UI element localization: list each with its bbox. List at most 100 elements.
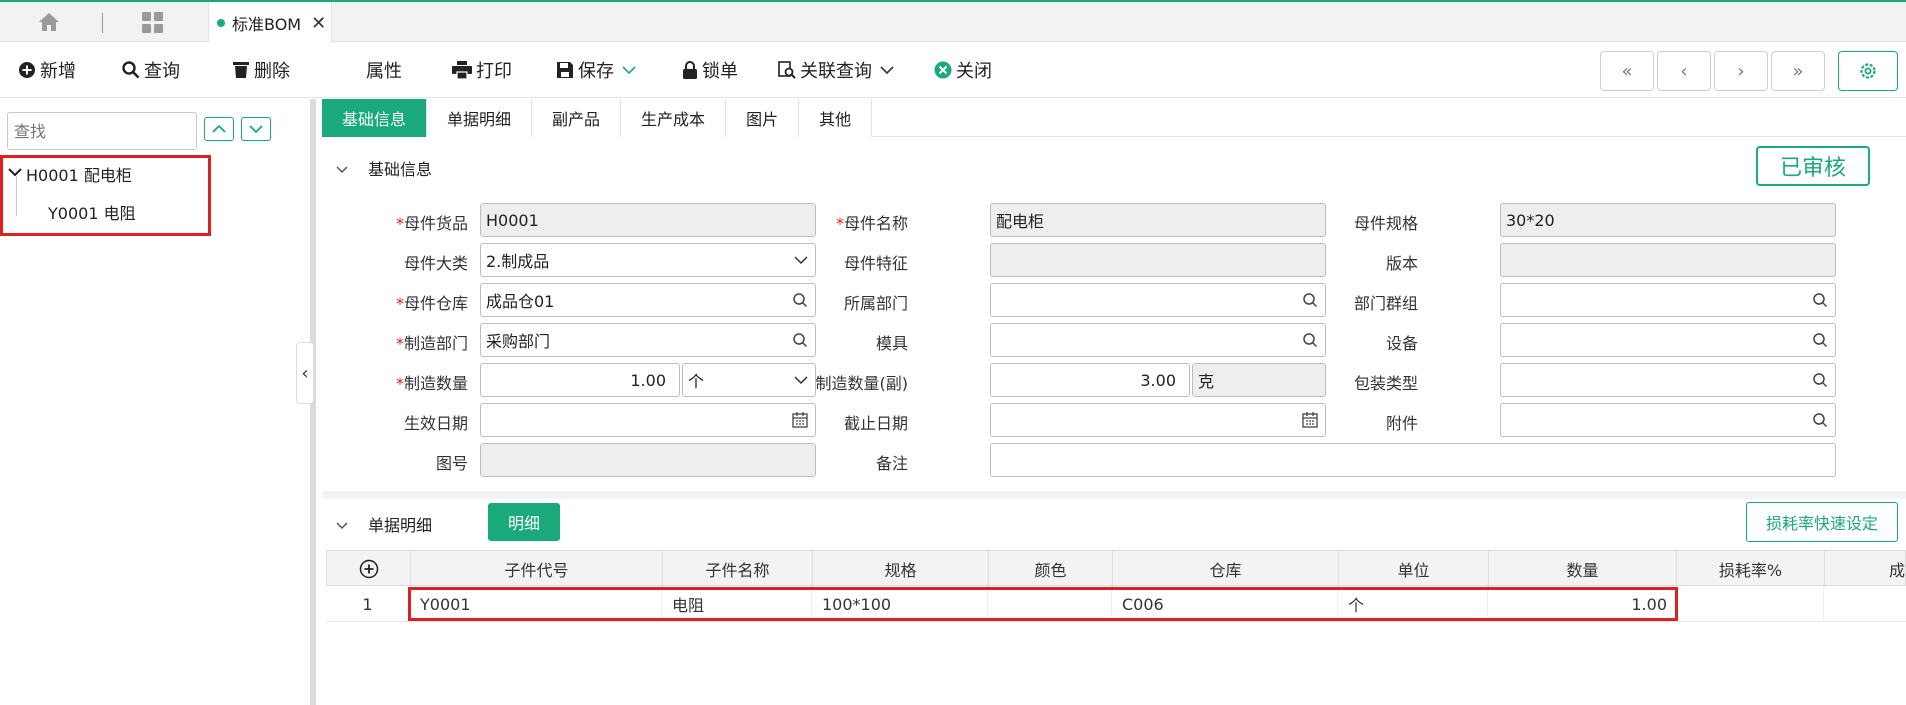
- col-child-name[interactable]: 子件名称: [663, 551, 813, 587]
- tree-expand-icon[interactable]: [8, 167, 22, 177]
- mfg-qty2-unit-field[interactable]: 克: [1192, 363, 1326, 397]
- detail-button[interactable]: 明细: [488, 503, 560, 541]
- col-child-code[interactable]: 子件代号: [411, 551, 663, 587]
- remark-field[interactable]: [990, 443, 1836, 477]
- close-label: 关闭: [956, 61, 992, 82]
- search-icon[interactable]: [1812, 372, 1828, 388]
- add-row-button[interactable]: [327, 551, 411, 587]
- tree-pane: H0001 配电柜 Y0001 电阻: [0, 99, 316, 705]
- toolbar: 新增 查询 删除 属性 打印 保存 锁单 关联查询 关闭 « ‹ › »: [0, 42, 1906, 98]
- label-mfg-qty2: 制造数量(副): [815, 374, 909, 393]
- mfg-dept-value: 采购部门: [486, 332, 551, 351]
- chevron-down-icon: [249, 125, 263, 134]
- prev-record-button[interactable]: ‹: [1657, 51, 1711, 91]
- chevron-down-icon: [622, 66, 636, 75]
- effective-date-field[interactable]: [480, 403, 816, 437]
- label-equipment: 设备: [1385, 334, 1418, 353]
- mold-field[interactable]: [990, 323, 1326, 357]
- label-drawing-no: 图号: [435, 454, 468, 473]
- search-icon[interactable]: [1812, 292, 1828, 308]
- section-detail-header[interactable]: 单据明细: [336, 512, 432, 536]
- tab-production-cost[interactable]: 生产成本: [621, 99, 727, 137]
- label-parent-warehouse: *母件仓库: [395, 294, 468, 313]
- print-button[interactable]: 打印: [452, 56, 512, 84]
- end-date-field[interactable]: [990, 403, 1326, 437]
- search-next-button[interactable]: [241, 117, 271, 141]
- parent-name-field[interactable]: 配电柜: [990, 203, 1326, 237]
- query-button[interactable]: 查询: [122, 56, 180, 84]
- tab-doc-detail[interactable]: 单据明细: [427, 99, 533, 137]
- status-badge: 已审核: [1756, 146, 1870, 186]
- save-button[interactable]: 保存: [556, 56, 640, 84]
- label-parent-name: *母件名称: [835, 214, 908, 233]
- version-field[interactable]: [1500, 243, 1836, 277]
- cell-loss-rate[interactable]: [1676, 586, 1824, 622]
- search-icon[interactable]: [792, 332, 808, 348]
- search-icon[interactable]: [792, 292, 808, 308]
- search-icon[interactable]: [1812, 412, 1828, 428]
- lock-icon: [683, 61, 697, 79]
- mfg-qty2-input[interactable]: 3.00: [990, 363, 1190, 397]
- col-qty[interactable]: 数量: [1489, 551, 1677, 587]
- close-icon[interactable]: ✕: [311, 13, 326, 34]
- label-parent-item: *母件货品: [395, 214, 468, 233]
- col-warehouse[interactable]: 仓库: [1113, 551, 1339, 587]
- row-number: 1: [326, 586, 410, 622]
- mfg-dept-field[interactable]: 采购部门: [480, 323, 816, 357]
- drawing-no-field[interactable]: [480, 443, 816, 477]
- close-button[interactable]: 关闭: [934, 56, 992, 84]
- parent-warehouse-field[interactable]: 成品仓01: [480, 283, 816, 317]
- col-truncated[interactable]: 成: [1825, 551, 1905, 587]
- home-icon[interactable]: [38, 12, 62, 34]
- col-loss-rate[interactable]: 损耗率%: [1677, 551, 1825, 587]
- add-button[interactable]: 新增: [18, 56, 76, 84]
- search-prev-button[interactable]: [204, 117, 234, 141]
- tab-other[interactable]: 其他: [799, 99, 873, 137]
- settings-button[interactable]: [1838, 51, 1898, 91]
- search-icon[interactable]: [1812, 332, 1828, 348]
- first-record-button[interactable]: «: [1600, 51, 1654, 91]
- parent-spec-field[interactable]: 30*20: [1500, 203, 1836, 237]
- next-record-button[interactable]: ›: [1714, 51, 1768, 91]
- delete-button[interactable]: 删除: [232, 56, 290, 84]
- tree-node-child[interactable]: Y0001 电阻: [48, 200, 136, 224]
- calendar-icon[interactable]: [792, 412, 808, 428]
- active-dot-icon: [217, 19, 225, 27]
- related-query-button[interactable]: 关联查询: [778, 56, 898, 84]
- parent-feature-field[interactable]: [990, 243, 1326, 277]
- label-remark: 备注: [875, 454, 908, 473]
- tab-standard-bom[interactable]: 标准BOM ✕: [208, 2, 332, 44]
- label-dept-group: 部门群组: [1353, 294, 1418, 313]
- query-label: 查询: [144, 61, 180, 82]
- parent-category-value: 2.制成品: [486, 252, 550, 271]
- plus-circle-icon: [359, 559, 378, 579]
- pack-type-field[interactable]: [1500, 363, 1836, 397]
- parent-category-select[interactable]: 2.制成品: [480, 243, 816, 277]
- collapse-pane-button[interactable]: ‹: [296, 342, 314, 404]
- tab-images[interactable]: 图片: [726, 99, 800, 137]
- chevron-down-icon: [880, 66, 894, 75]
- last-record-button[interactable]: »: [1771, 51, 1825, 91]
- tab-byproduct[interactable]: 副产品: [532, 99, 622, 137]
- mfg-qty-input[interactable]: 1.00: [480, 363, 680, 397]
- loss-rate-quick-set-button[interactable]: 损耗率快速设定: [1746, 502, 1898, 542]
- label-effective-date: 生效日期: [403, 414, 468, 433]
- label-mold: 模具: [875, 334, 908, 353]
- dept-group-field[interactable]: [1500, 283, 1836, 317]
- apps-grid-icon[interactable]: [142, 12, 166, 36]
- lock-button[interactable]: 锁单: [682, 56, 738, 84]
- dept-field[interactable]: [990, 283, 1326, 317]
- properties-button[interactable]: 属性: [366, 56, 402, 84]
- section-basic-header[interactable]: 基础信息: [336, 156, 432, 180]
- col-spec[interactable]: 规格: [813, 551, 989, 587]
- attachment-field[interactable]: [1500, 403, 1836, 437]
- tab-basic-info[interactable]: 基础信息: [322, 99, 428, 137]
- tree-search-input[interactable]: [7, 112, 197, 150]
- gear-icon: [1860, 63, 1876, 79]
- equipment-field[interactable]: [1500, 323, 1836, 357]
- col-color[interactable]: 颜色: [989, 551, 1113, 587]
- tree-node-root[interactable]: H0001 配电柜: [26, 162, 132, 186]
- label-end-date: 截止日期: [843, 414, 908, 433]
- col-unit[interactable]: 单位: [1339, 551, 1489, 587]
- chevron-up-icon: [212, 124, 226, 133]
